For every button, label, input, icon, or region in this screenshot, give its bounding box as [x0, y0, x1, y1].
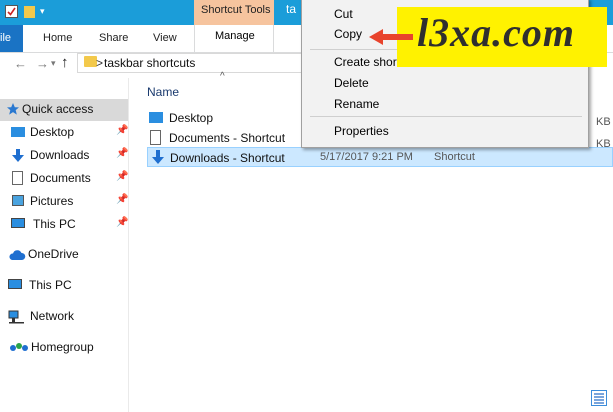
homegroup-icon — [10, 343, 28, 351]
sort-ascending-icon: ^ — [220, 71, 225, 82]
documents-shortcut-icon — [150, 130, 161, 145]
download-shortcut-icon — [152, 150, 164, 164]
menu-item-properties[interactable]: Properties — [334, 124, 389, 138]
menu-item-rename[interactable]: Rename — [334, 97, 379, 111]
tab-home[interactable]: Home — [43, 32, 72, 44]
pin-icon[interactable]: 📌 — [116, 171, 128, 182]
breadcrumb-separator[interactable]: > — [96, 56, 103, 70]
sidebar-item-onedrive[interactable]: OneDrive — [0, 244, 128, 266]
sidebar-item-pictures[interactable]: Pictures 📌 — [0, 191, 128, 213]
cloud-icon — [9, 250, 26, 260]
pin-icon[interactable]: 📌 — [116, 217, 128, 228]
breadcrumb-path[interactable]: taskbar shortcuts — [104, 56, 195, 70]
documents-icon — [12, 171, 23, 185]
file-size: KB — [596, 138, 611, 150]
sidebar-item-label: Desktop — [30, 125, 75, 139]
star-icon — [7, 103, 19, 115]
computer-icon — [8, 279, 22, 289]
tab-share[interactable]: Share — [99, 32, 128, 44]
file-row-downloads-shortcut[interactable]: Downloads - Shortcut 5/17/2017 9:21 PM S… — [147, 147, 613, 167]
tab-view[interactable]: View — [153, 32, 177, 44]
download-arrow-icon — [12, 149, 24, 162]
sidebar-item-network[interactable]: Network — [0, 306, 128, 328]
sidebar-item-label: This PC — [33, 217, 76, 231]
new-folder-icon[interactable] — [24, 6, 35, 18]
pin-icon[interactable]: 📌 — [116, 148, 128, 159]
back-arrow-icon[interactable]: ← — [14, 56, 27, 71]
file-date: 5/17/2017 9:21 PM — [320, 151, 413, 163]
sidebar-item-label: Downloads — [30, 148, 90, 162]
menu-separator — [310, 116, 582, 117]
sidebar-item-label: Documents — [30, 171, 91, 185]
sidebar-item-label: Network — [30, 309, 75, 323]
sidebar-item-this-pc-pinned[interactable]: This PC 📌 — [0, 214, 128, 236]
sidebar-item-label: This PC — [29, 278, 72, 292]
sidebar-item-downloads[interactable]: Downloads 📌 — [0, 145, 128, 167]
sidebar-item-label: Homegroup — [31, 340, 94, 354]
column-header-name[interactable]: Name — [147, 85, 179, 99]
sidebar-item-quick-access[interactable]: Quick access — [0, 99, 128, 121]
sidebar-item-this-pc[interactable]: This PC — [0, 275, 128, 297]
sidebar-item-desktop[interactable]: Desktop 📌 — [0, 122, 128, 144]
up-arrow-icon[interactable]: ↑ — [61, 54, 69, 71]
recent-locations-chevron-icon[interactable]: ▾ — [51, 58, 56, 69]
file-name: Documents - Shortcut — [169, 131, 286, 145]
tab-manage-label: Manage — [215, 30, 255, 42]
pointer-arrow-icon — [369, 29, 413, 45]
sidebar-item-documents[interactable]: Documents 📌 — [0, 168, 128, 190]
details-view-icon[interactable] — [591, 390, 607, 406]
tab-manage[interactable]: Manage — [194, 25, 274, 52]
tab-file[interactable]: ile — [0, 25, 23, 52]
desktop-icon — [11, 127, 25, 137]
shortcut-tools-header: Shortcut Tools — [194, 0, 274, 25]
desktop-icon — [149, 112, 163, 123]
file-type: Shortcut — [434, 151, 475, 163]
quick-access-toolbar-dropdown-icon[interactable]: ▾ — [40, 6, 45, 17]
menu-item-delete[interactable]: Delete — [334, 76, 369, 90]
sidebar-item-homegroup[interactable]: Homegroup — [0, 337, 128, 359]
menu-item-copy[interactable]: Copy — [334, 27, 362, 41]
pin-icon[interactable]: 📌 — [116, 194, 128, 205]
file-size: KB — [596, 116, 611, 128]
forward-arrow-icon[interactable]: → — [36, 56, 49, 71]
sidebar-item-label: Pictures — [30, 194, 74, 208]
file-name: Downloads - Shortcut — [170, 151, 285, 165]
watermark-logo: l3xa.com — [397, 7, 607, 67]
sidebar-item-label: Quick access — [22, 102, 94, 116]
sidebar-item-label: OneDrive — [28, 247, 79, 261]
pictures-icon — [12, 195, 24, 206]
window-title: ta — [286, 2, 297, 16]
tab-file-label: ile — [0, 32, 12, 44]
file-name: Desktop — [169, 111, 214, 125]
properties-check-icon[interactable] — [5, 5, 18, 18]
watermark-text: l3xa.com — [417, 10, 575, 55]
computer-icon — [11, 218, 25, 228]
menu-item-cut[interactable]: Cut — [334, 7, 353, 21]
pin-icon[interactable]: 📌 — [116, 125, 128, 136]
network-icon — [8, 310, 24, 324]
shortcut-tools-label: Shortcut Tools — [201, 4, 271, 16]
